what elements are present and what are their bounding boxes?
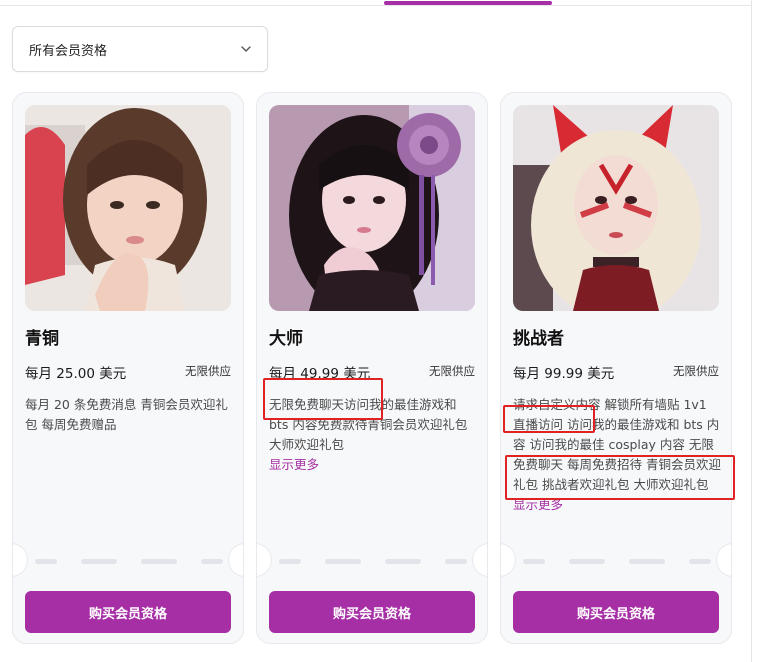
tier-price: 每月 49.99 美元 (269, 366, 371, 382)
tier-supply: 无限供应 (673, 364, 719, 378)
active-tab-indicator (384, 1, 552, 5)
buy-membership-button[interactable]: 购买会员资格 (25, 591, 231, 633)
tier-card-challenger: 挑战者 每月 99.99 美元 无限供应 请求自定义内容 解锁所有墙贴 1v1 … (500, 92, 732, 644)
chevron-down-icon (241, 46, 251, 52)
tier-description-text: 请求自定义内容 解锁所有墙贴 1v1 直播访问 访问我的最佳游戏和 bts 内容… (513, 397, 721, 492)
membership-filter-dropdown[interactable]: 所有会员资格 (12, 26, 268, 72)
ticket-notch (472, 543, 487, 577)
tier-name: 挑战者 (513, 329, 564, 349)
ticket-notch (501, 543, 516, 577)
membership-filter-value: 所有会员资格 (29, 43, 108, 59)
tier-description: 请求自定义内容 解锁所有墙贴 1v1 直播访问 访问我的最佳游戏和 bts 内容… (513, 395, 723, 515)
ticket-perforation (35, 559, 223, 564)
show-more-link[interactable]: 显示更多 (269, 455, 479, 475)
ticket-notch (228, 543, 243, 577)
tier-description-text: 无限免费聊天访问我的最佳游戏和 bts 内容免费款待青铜会员欢迎礼包大师欢迎礼包 (269, 397, 468, 452)
tier-price: 每月 25.00 美元 (25, 366, 127, 382)
buy-membership-button[interactable]: 购买会员资格 (269, 591, 475, 633)
tier-description: 无限免费聊天访问我的最佳游戏和 bts 内容免费款待青铜会员欢迎礼包大师欢迎礼包… (269, 395, 479, 475)
ticket-perforation (279, 559, 467, 564)
tier-name: 青铜 (25, 329, 59, 349)
top-divider (0, 5, 751, 6)
tier-photo (269, 105, 475, 311)
tier-card-bronze: 青铜 每月 25.00 美元 无限供应 每月 20 条免费消息 青铜会员欢迎礼包… (12, 92, 244, 644)
ticket-perforation (523, 559, 711, 564)
ticket-notch (13, 543, 28, 577)
ticket-notch (257, 543, 272, 577)
show-more-link[interactable]: 显示更多 (513, 495, 723, 515)
right-divider (751, 0, 752, 662)
tier-description: 每月 20 条免费消息 青铜会员欢迎礼包 每周免费赠品 (25, 395, 235, 435)
tier-name: 大师 (269, 329, 303, 349)
tier-photo (513, 105, 719, 311)
tier-photo (25, 105, 231, 311)
tier-supply: 无限供应 (185, 364, 231, 378)
buy-membership-button[interactable]: 购买会员资格 (513, 591, 719, 633)
ticket-notch (716, 543, 731, 577)
tier-description-text: 每月 20 条免费消息 青铜会员欢迎礼包 每周免费赠品 (25, 397, 228, 432)
tier-card-master: 大师 每月 49.99 美元 无限供应 无限免费聊天访问我的最佳游戏和 bts … (256, 92, 488, 644)
tier-price: 每月 99.99 美元 (513, 366, 615, 382)
tier-supply: 无限供应 (429, 364, 475, 378)
